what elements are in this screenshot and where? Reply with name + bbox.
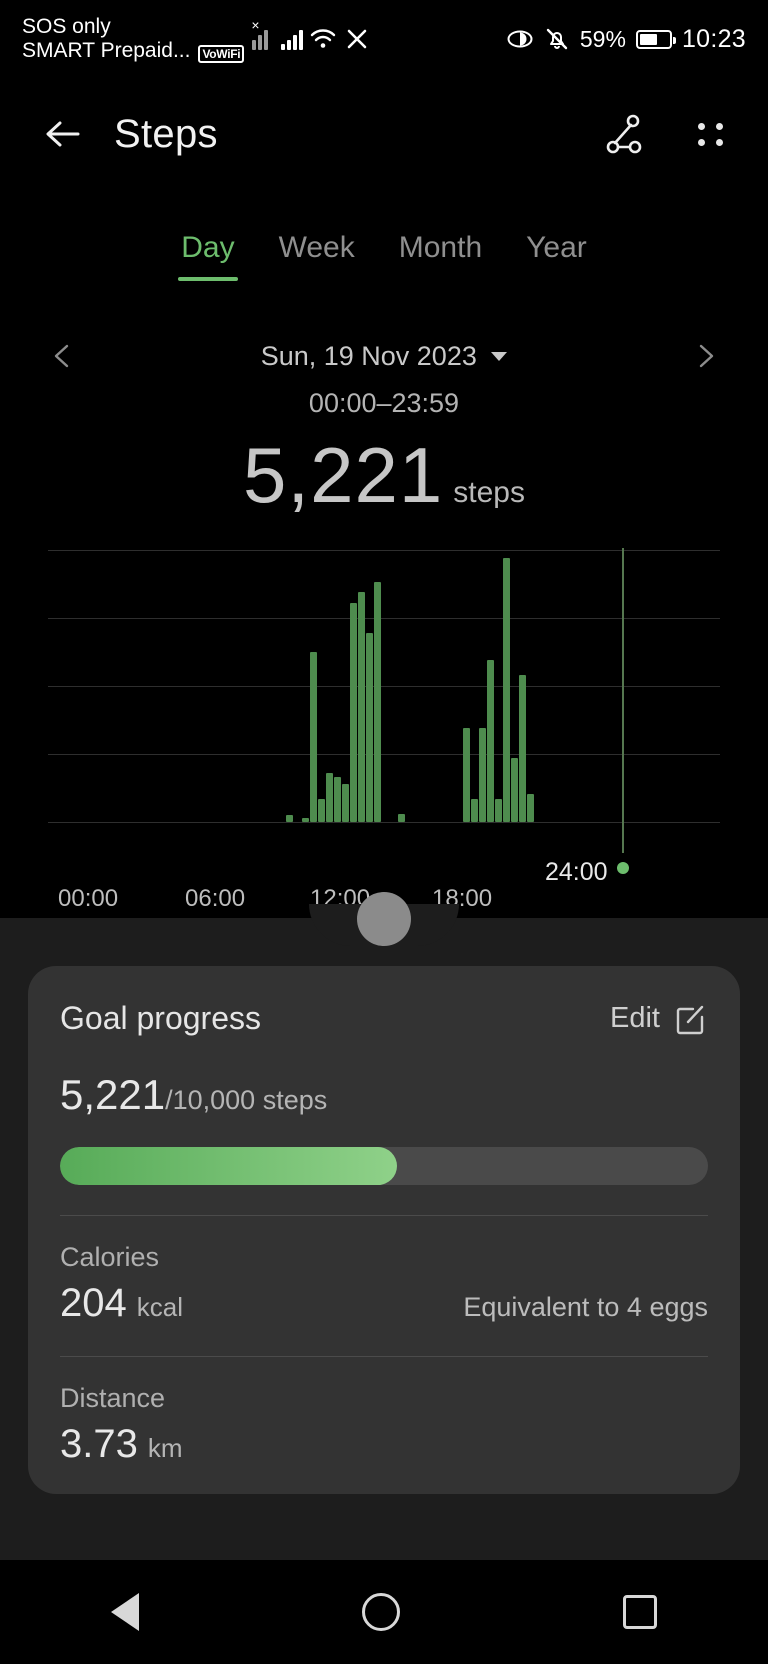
chart-bar [511, 757, 519, 822]
signal-no-service-icon: × [251, 18, 274, 50]
chart-bar [317, 799, 325, 822]
steps-chart[interactable]: 0180360540720 [0, 520, 768, 1355]
calories-label: Calories [60, 1242, 160, 1272]
chart-bar [366, 633, 374, 822]
chart-bar [527, 793, 535, 822]
battery-percent-label: 59% [579, 25, 626, 52]
step-count-unit: steps [453, 476, 525, 509]
distance-label: Distance [60, 1383, 166, 1413]
carrier-info: SOS only SMART Prepaid... VoWiFi [22, 14, 245, 64]
chart-marker-line [622, 548, 624, 853]
step-count-value: 5,221 [243, 431, 444, 519]
status-icons: × [251, 18, 369, 51]
four-dot-menu-icon[interactable] [694, 117, 728, 151]
vowifi-badge: VoWiFi [198, 45, 245, 64]
chart-marker-dot[interactable] [617, 862, 629, 874]
calories-unit: kcal [136, 1292, 183, 1322]
goal-progress-card: Goal progress Edit 5,221/10,000 steps Ca… [28, 966, 740, 1494]
distance-value: 3.73 [60, 1422, 138, 1466]
carrier-line1: SOS only [22, 14, 111, 38]
chart-bar [309, 652, 317, 822]
carrier-line2: SMART Prepaid... [22, 39, 191, 62]
distance-unit: km [147, 1433, 183, 1463]
stat-calories: Calories 204 kcal Equivalent to 4 eggs [60, 1216, 708, 1326]
chart-bar [478, 727, 486, 822]
app-bar-actions [600, 110, 728, 158]
battery-icon [635, 29, 676, 49]
goal-progress-fill [60, 1147, 397, 1185]
sheet-drag-handle[interactable] [357, 892, 411, 946]
edit-pencil-icon [676, 1005, 704, 1034]
edit-goal-button[interactable]: Edit [610, 1001, 708, 1037]
goal-progress-bar [60, 1147, 708, 1185]
app-screen: SOS only SMART Prepaid... VoWiFi × 59% 1… [0, 0, 768, 1664]
nav-recents-square-icon[interactable] [622, 1595, 657, 1629]
tab-day[interactable]: Day [159, 231, 256, 281]
tab-year[interactable]: Year [504, 231, 609, 265]
time-range-label: 00:00–23:59 [308, 388, 460, 418]
signal-bars-icon [281, 28, 304, 50]
chart-bar [285, 815, 293, 822]
step-count-summary: 5,221 steps [0, 430, 768, 521]
date-navigator: Sun, 19 Nov 2023 [0, 330, 768, 382]
eye-comfort-icon [507, 30, 533, 48]
goal-current-value: 5,221 [60, 1071, 166, 1118]
nav-home-circle-icon[interactable] [361, 1593, 400, 1631]
bell-muted-icon [546, 28, 568, 50]
tab-day-label: Day [181, 231, 235, 264]
chart-bar [342, 784, 350, 822]
date-selector[interactable]: Sun, 19 Nov 2023 [261, 341, 508, 372]
goal-target-value: /10,000 steps [165, 1085, 328, 1115]
chart-bar [350, 602, 358, 822]
chart-bar [398, 813, 406, 822]
calories-value: 204 [60, 1281, 127, 1325]
period-tabs: Day Week Month Year [0, 212, 768, 284]
system-nav-bar [0, 1560, 768, 1664]
chart-bar [358, 591, 366, 822]
tab-active-underline [177, 277, 238, 281]
goal-card-title: Goal progress [60, 1000, 261, 1036]
wifi-icon [311, 29, 336, 48]
x-icon [348, 29, 367, 49]
edit-label: Edit [610, 1002, 660, 1034]
app-bar: Steps [0, 86, 768, 182]
share-nodes-icon[interactable] [600, 110, 648, 158]
x-axis-tick: 00:00 [58, 885, 119, 912]
stat-distance: Distance 3.73 km [60, 1357, 708, 1467]
back-arrow-icon[interactable] [40, 111, 86, 157]
tab-week[interactable]: Week [257, 231, 377, 265]
date-label: Sun, 19 Nov 2023 [260, 340, 477, 371]
chart-bar [503, 557, 511, 822]
status-clock: 10:23 [681, 24, 746, 53]
chart-bar [325, 772, 333, 822]
chart-bar [495, 799, 503, 822]
chart-bars [48, 550, 628, 822]
tab-month[interactable]: Month [377, 231, 504, 265]
chart-bar [487, 659, 495, 822]
x-axis-tick: 06:00 [185, 885, 246, 912]
chevron-right-icon[interactable] [692, 343, 718, 369]
chevron-left-icon[interactable] [50, 343, 76, 369]
bottom-sheet: Goal progress Edit 5,221/10,000 steps Ca… [0, 892, 768, 1664]
chart-marker-label: 24:00 [545, 858, 608, 886]
status-bar: SOS only SMART Prepaid... VoWiFi × 59% 1… [0, 0, 768, 78]
chart-bar [333, 776, 341, 822]
chart-bar [470, 799, 478, 822]
goal-values: 5,221/10,000 steps [60, 1071, 708, 1119]
chart-bar [519, 674, 527, 822]
goal-card-header: Goal progress Edit [60, 1000, 708, 1037]
chart-bar [301, 818, 309, 822]
nav-back-triangle-icon[interactable] [111, 1593, 140, 1631]
chart-plot-area [48, 550, 720, 823]
status-right: 59% 10:23 [506, 25, 746, 54]
caret-down-icon [491, 351, 508, 361]
chart-bar [374, 582, 382, 822]
page-title: Steps [114, 111, 218, 156]
calories-equivalent: Equivalent to 4 eggs [463, 1292, 708, 1322]
chart-bar [462, 727, 470, 822]
grid-line [48, 822, 720, 823]
